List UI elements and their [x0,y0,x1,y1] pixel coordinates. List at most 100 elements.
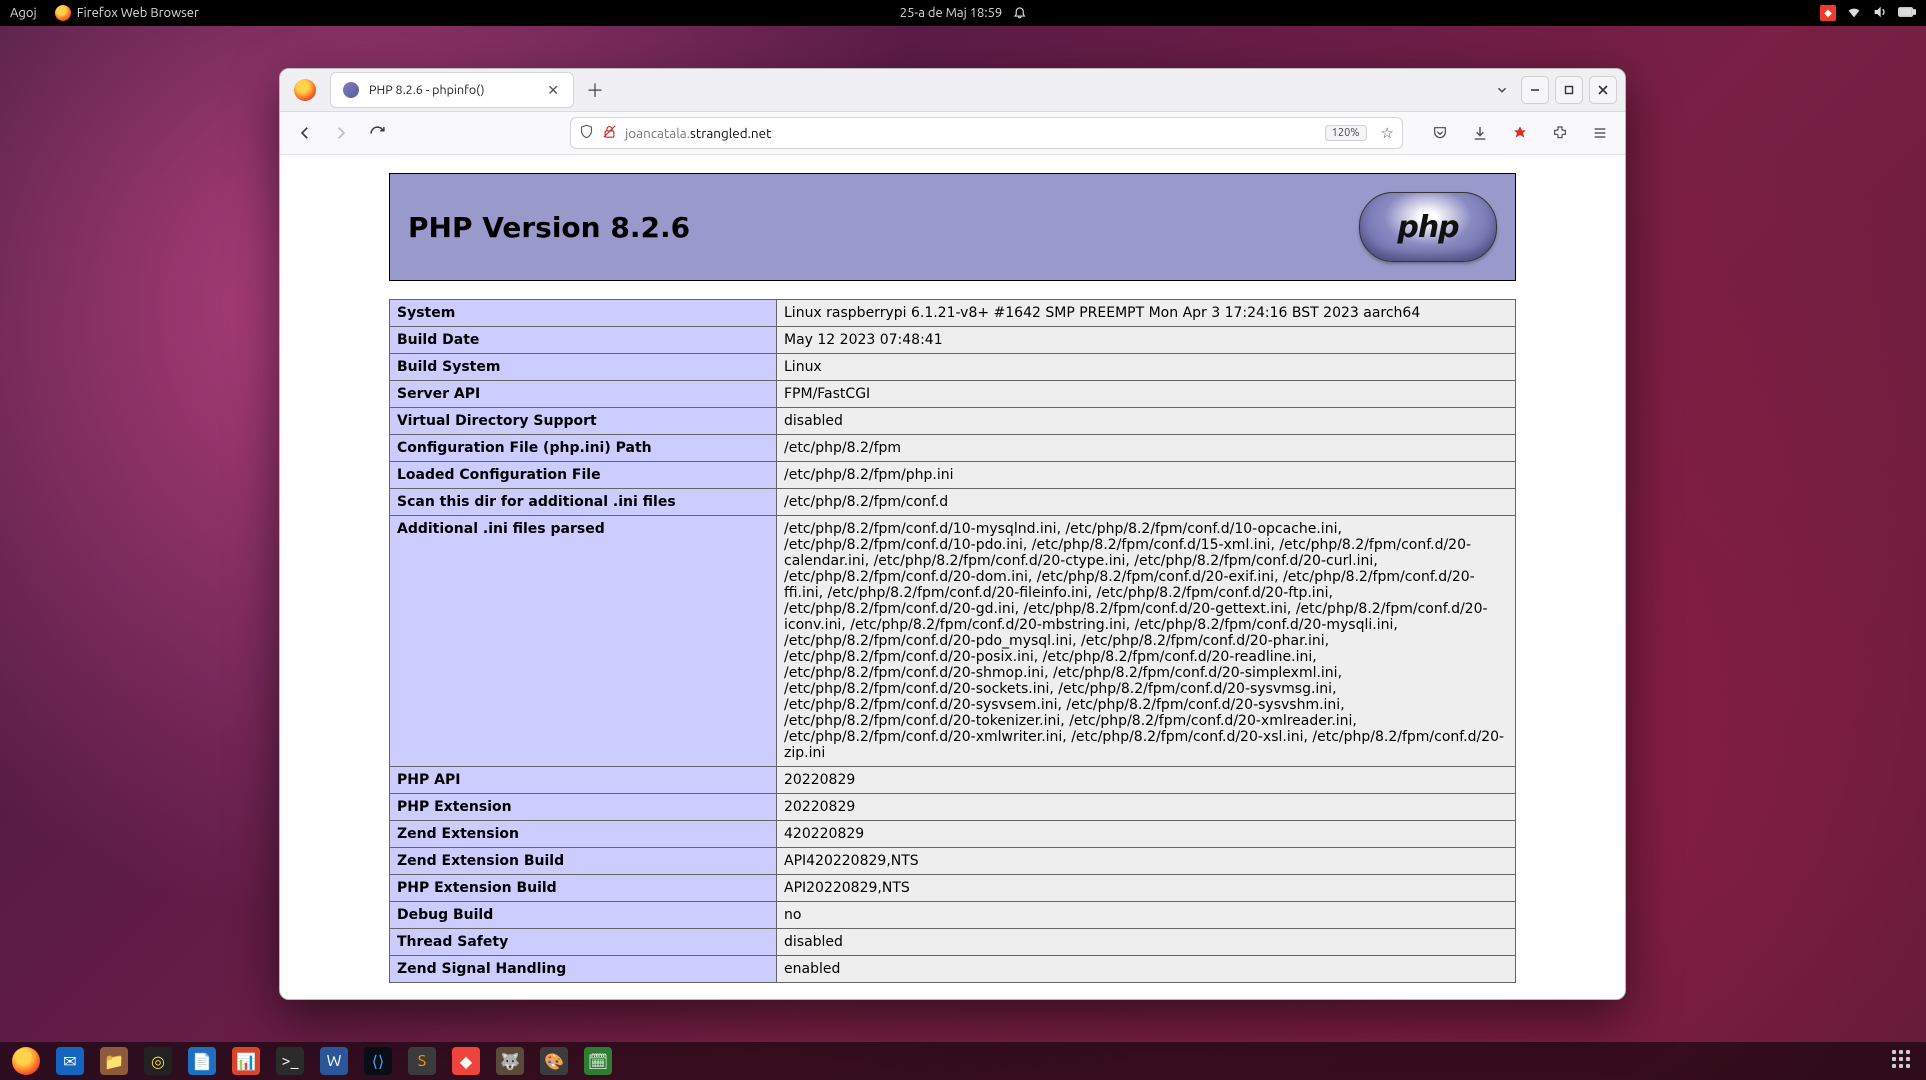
phpinfo-key: Zend Extension [390,821,777,848]
phpinfo-row: Zend Extension BuildAPI420220829,NTS [390,848,1516,875]
phpinfo-row: PHP Extension20220829 [390,794,1516,821]
topbar-app-label: Firefox Web Browser [77,6,199,20]
dock-anydesk-icon[interactable]: ◆ [452,1047,480,1075]
app-menu-button[interactable] [1587,120,1613,146]
volume-icon[interactable] [1872,4,1888,23]
phpinfo-key: Virtual Directory Support [390,408,777,435]
dock-calculator-icon[interactable]: 🗓 [584,1047,612,1075]
forward-button[interactable] [328,120,354,146]
phpinfo-row: Loaded Configuration File/etc/php/8.2/fp… [390,462,1516,489]
dock-libreoffice-impress-icon[interactable]: 📊 [232,1047,260,1075]
dock-firefox-icon[interactable] [12,1047,40,1075]
php-version-heading: PHP Version 8.2.6 [408,211,690,244]
phpinfo-row: PHP Extension BuildAPI20220829,NTS [390,875,1516,902]
phpinfo-key: Build Date [390,327,777,354]
browser-tab[interactable]: PHP 8.2.6 - phpinfo() ✕ [330,72,574,108]
phpinfo-row: Build SystemLinux [390,354,1516,381]
pocket-icon[interactable] [1427,120,1453,146]
phpinfo-value: /etc/php/8.2/fpm/conf.d [777,489,1516,516]
navigation-bar: joancatala.strangled.net 120% ☆ [280,112,1625,155]
phpinfo-key: Debug Build [390,902,777,929]
phpinfo-value: 20220829 [777,767,1516,794]
firefox-window: PHP 8.2.6 - phpinfo() ✕ ＋ [279,68,1626,1000]
phpinfo-row: Debug Buildno [390,902,1516,929]
gnome-topbar: Agoj Firefox Web Browser 25-a de Maj 18:… [0,0,1926,26]
phpinfo-key: Zend Extension Build [390,848,777,875]
bottom-dock: ✉ 📁 ◎ 📄 📊 >_ W ⟨⟩ S ◆ 🐺 🎨 🗓 [0,1042,1926,1080]
phpinfo-row: Configuration File (php.ini) Path/etc/ph… [390,435,1516,462]
phpinfo-value: API420220829,NTS [777,848,1516,875]
phpinfo-row: PHP API20220829 [390,767,1516,794]
zoom-indicator[interactable]: 120% [1325,125,1367,141]
extensions-button[interactable] [1547,120,1573,146]
new-tab-button[interactable]: ＋ [580,75,610,105]
phpinfo-value: disabled [777,408,1516,435]
extension-icon[interactable] [1507,120,1533,146]
phpinfo-row: Additional .ini files parsed/etc/php/8.2… [390,516,1516,767]
topbar-app-menu[interactable]: Firefox Web Browser [55,5,199,21]
all-tabs-button[interactable] [1489,77,1515,103]
phpinfo-key: Scan this dir for additional .ini files [390,489,777,516]
dock-vscode-icon[interactable]: ⟨⟩ [364,1047,392,1075]
phpinfo-value: disabled [777,929,1516,956]
phpinfo-key: PHP Extension [390,794,777,821]
phpinfo-value: /etc/php/8.2/fpm [777,435,1516,462]
dock-color-picker-icon[interactable]: 🎨 [540,1047,568,1075]
address-bar[interactable]: joancatala.strangled.net 120% ☆ [570,117,1403,149]
shield-icon[interactable] [579,124,594,142]
phpinfo-row: Scan this dir for additional .ini files/… [390,489,1516,516]
phpinfo-value: no [777,902,1516,929]
window-maximize-button[interactable] [1555,76,1583,104]
phpinfo-row: Zend Extension420220829 [390,821,1516,848]
phpinfo-key: Configuration File (php.ini) Path [390,435,777,462]
phpinfo-value: Linux raspberrypi 6.1.21-v8+ #1642 SMP P… [777,300,1516,327]
phpinfo-row: Build DateMay 12 2023 07:48:41 [390,327,1516,354]
phpinfo-key: Zend Signal Handling [390,956,777,983]
phpinfo-value: API20220829,NTS [777,875,1516,902]
phpinfo-value: /etc/php/8.2/fpm/php.ini [777,462,1516,489]
tab-favicon-icon [343,82,359,98]
phpinfo-key: Server API [390,381,777,408]
show-apps-button[interactable] [1892,1050,1914,1072]
phpinfo-value: 20220829 [777,794,1516,821]
phpinfo-table: SystemLinux raspberrypi 6.1.21-v8+ #1642… [389,299,1516,983]
url-text: joancatala.strangled.net [625,125,771,141]
activities-button[interactable]: Agoj [10,6,37,20]
tab-close-button[interactable]: ✕ [543,81,563,99]
reload-button[interactable] [364,120,390,146]
dock-files-icon[interactable]: 📁 [100,1047,128,1075]
tray-indicator-icon[interactable]: ◆ [1820,5,1836,21]
phpinfo-row: SystemLinux raspberrypi 6.1.21-v8+ #1642… [390,300,1516,327]
dock-terminal-icon[interactable]: >_ [276,1047,304,1075]
tab-strip: PHP 8.2.6 - phpinfo() ✕ ＋ [280,69,1625,112]
phpinfo-value: May 12 2023 07:48:41 [777,327,1516,354]
window-minimize-button[interactable] [1521,76,1549,104]
phpinfo-row: Thread Safetydisabled [390,929,1516,956]
back-button[interactable] [292,120,318,146]
notifications-icon[interactable] [1012,5,1026,22]
lock-insecure-icon[interactable] [602,124,617,142]
phpinfo-row: Virtual Directory Supportdisabled [390,408,1516,435]
phpinfo-key: Thread Safety [390,929,777,956]
downloads-icon[interactable] [1467,120,1493,146]
dock-gimp-icon[interactable]: 🐺 [496,1047,524,1075]
phpinfo-key: PHP Extension Build [390,875,777,902]
phpinfo-value: /etc/php/8.2/fpm/conf.d/10-mysqlnd.ini, … [777,516,1516,767]
battery-icon[interactable] [1898,5,1916,22]
wifi-icon[interactable] [1846,4,1862,23]
window-close-button[interactable] [1589,76,1617,104]
dock-rhythmbox-icon[interactable]: ◎ [144,1047,172,1075]
dock-libreoffice-writer-icon[interactable]: 📄 [188,1047,216,1075]
topbar-clock[interactable]: 25-a de Maj 18:59 [900,6,1003,20]
phpinfo-row: Zend Signal Handlingenabled [390,956,1516,983]
dock-thunderbird-icon[interactable]: ✉ [56,1047,84,1075]
phpinfo-row: Server APIFPM/FastCGI [390,381,1516,408]
phpinfo-key: System [390,300,777,327]
phpinfo-key: PHP API [390,767,777,794]
phpinfo-value: 420220829 [777,821,1516,848]
phpinfo-key: Build System [390,354,777,381]
page-viewport[interactable]: PHP Version 8.2.6 php SystemLinux raspbe… [280,155,1625,999]
dock-sublime-icon[interactable]: S [408,1047,436,1075]
bookmark-star-icon[interactable]: ☆ [1381,124,1394,142]
dock-word-like-icon[interactable]: W [320,1047,348,1075]
